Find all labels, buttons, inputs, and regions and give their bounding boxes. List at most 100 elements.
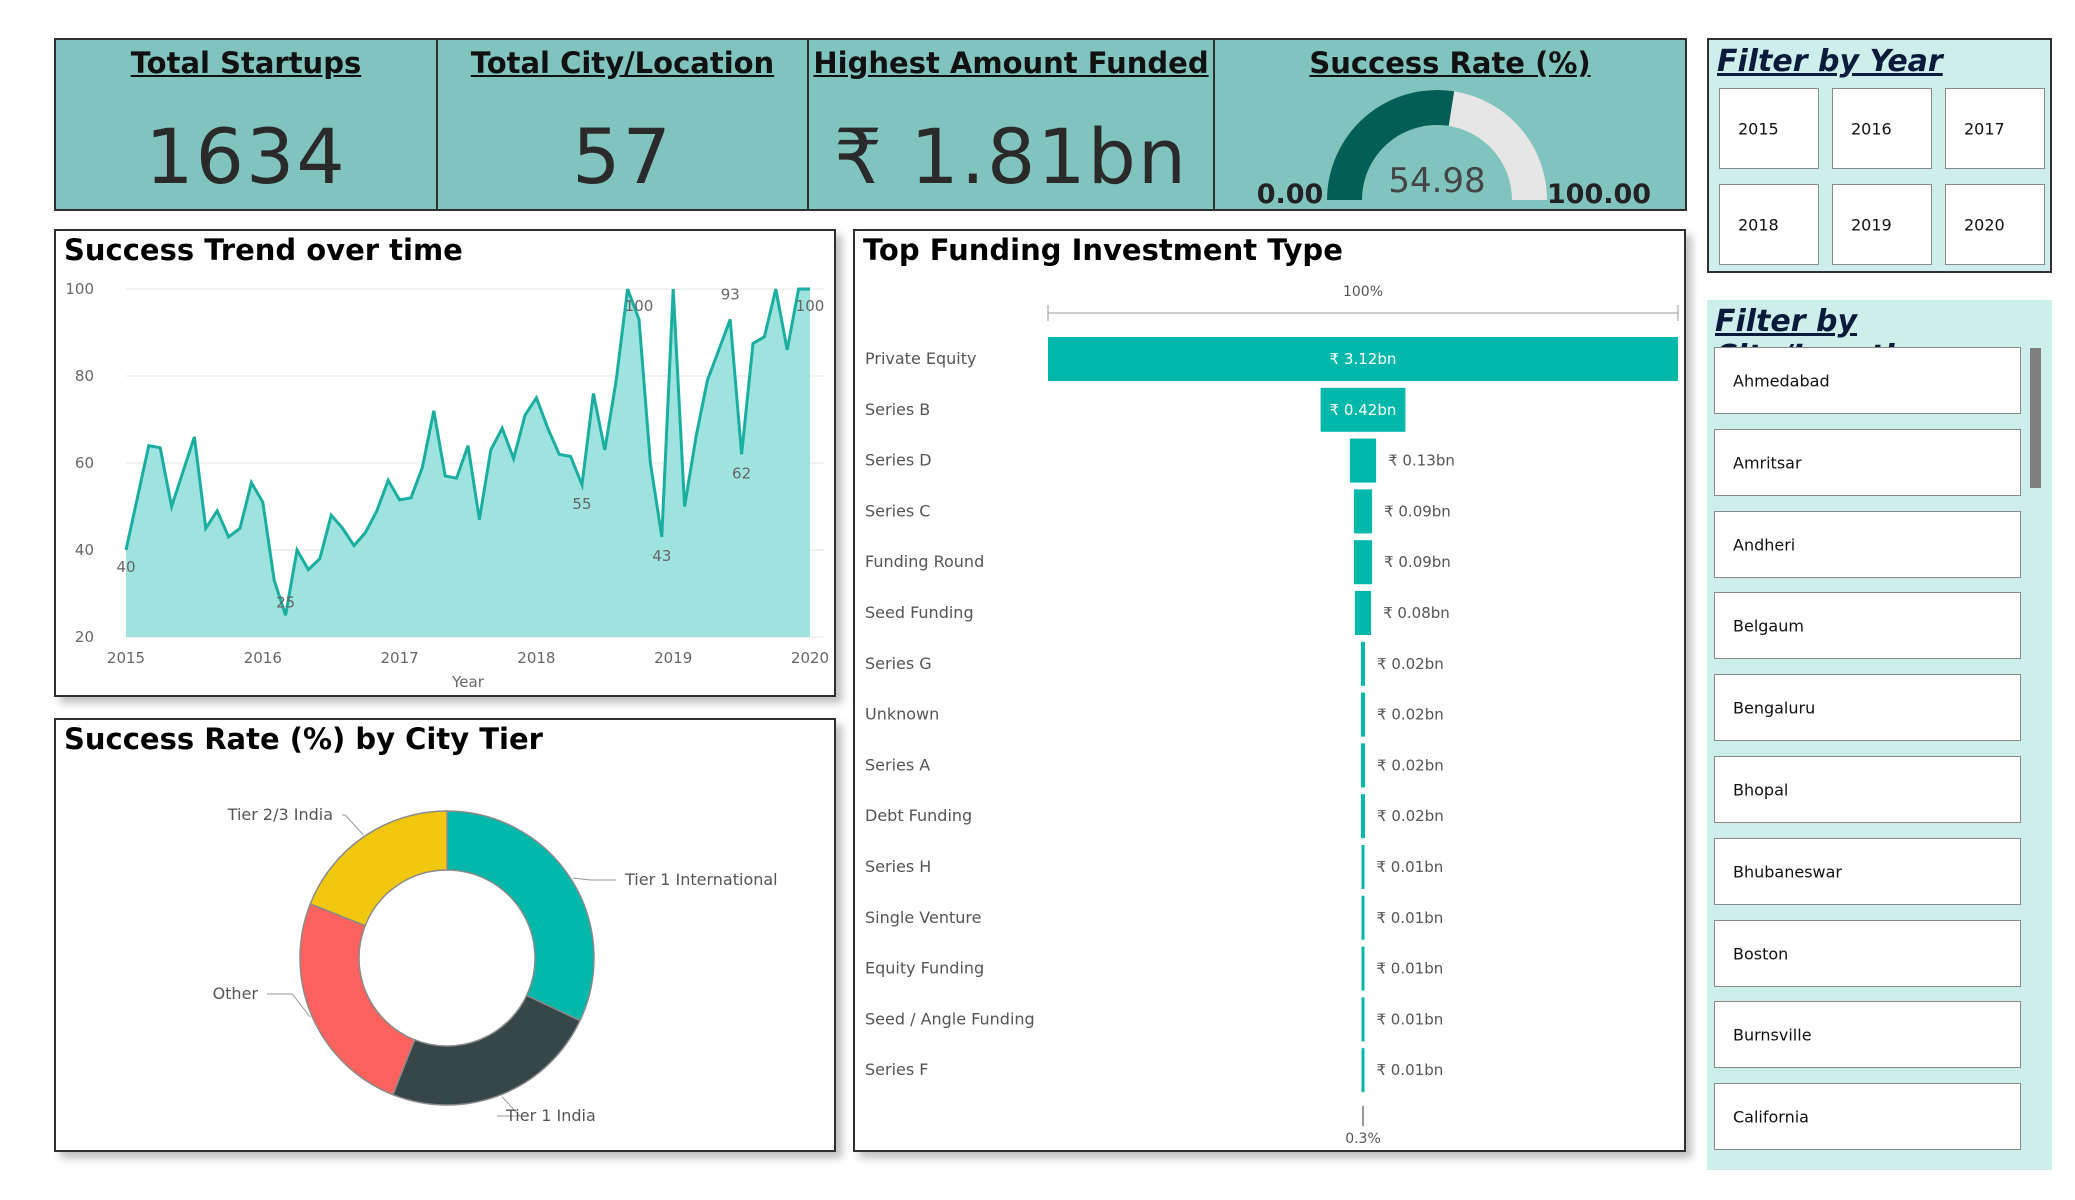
city-option-california[interactable]: California <box>1714 1083 2021 1150</box>
funnel-value-label: ₹ 0.08bn <box>1383 604 1450 622</box>
year-option-label: 2018 <box>1738 215 1779 234</box>
kpi-value: 57 <box>572 112 673 201</box>
city-option-label: Andheri <box>1733 535 1796 554</box>
funnel-bar[interactable] <box>1353 489 1373 534</box>
city-option-bhopal[interactable]: Bhopal <box>1714 756 2021 823</box>
kpi-value: ₹ 1.81bn <box>833 112 1189 201</box>
funnel-bar[interactable] <box>1360 743 1366 788</box>
donut-chart: Tier 1 International Tier 1 India Other Tie… <box>213 805 778 1125</box>
donut-slice-label: Tier 1 India <box>505 1106 596 1125</box>
city-option-belgaum[interactable]: Belgaum <box>1714 592 2021 659</box>
trend-y-tick: 40 <box>75 541 94 559</box>
city-option-burnsville[interactable]: Burnsville <box>1714 1001 2021 1068</box>
city-option-label: Ahmedabad <box>1733 371 1830 390</box>
funnel-bar[interactable] <box>1361 895 1365 940</box>
trend-chart: 20 40 60 80 100 2015 2016 2017 2018 2019 2020 40 25… <box>65 280 829 691</box>
funnel-bar[interactable] <box>1360 641 1366 686</box>
city-option-boston[interactable]: Boston <box>1714 920 2021 987</box>
funnel-value-label: ₹ 0.02bn <box>1377 756 1444 774</box>
trend-x-axis-title: Year <box>451 673 485 691</box>
gauge-value: 54.98 <box>1388 161 1485 201</box>
city-slicer: Filter by City/Location Ahmedabad Amrits… <box>1707 300 2052 1170</box>
trend-panel: Success Trend over time 20 40 60 80 100 2015 2… <box>54 229 836 697</box>
kpi-success-rate: Success Rate (%) 54.98 0.00 100.00 <box>1213 38 1687 211</box>
year-option-2018[interactable]: 2018 <box>1719 184 1819 265</box>
funnel-value-label: ₹ 0.13bn <box>1388 452 1455 470</box>
funnel-bar[interactable] <box>1353 540 1373 585</box>
kpi-value: 1634 <box>145 112 347 201</box>
funnel-bar[interactable] <box>1354 591 1372 635</box>
city-scrollbar-thumb[interactable] <box>2030 348 2041 488</box>
year-option-label: 2020 <box>1964 215 2005 234</box>
kpi-title: Total City/Location <box>470 46 775 80</box>
trend-data-label: 43 <box>652 547 671 565</box>
year-option-2019[interactable]: 2019 <box>1832 184 1932 265</box>
kpi-total-startups: Total Startups 1634 <box>54 38 438 211</box>
city-option-bhubaneswar[interactable]: Bhubaneswar <box>1714 838 2021 905</box>
city-option-label: California <box>1733 1107 1809 1126</box>
trend-x-tick: 2018 <box>517 649 555 667</box>
funnel-top-label: 100% <box>1343 284 1383 300</box>
trend-data-label: 55 <box>572 495 591 513</box>
funnel-bar[interactable] <box>1361 1048 1365 1093</box>
city-option-label: Bengaluru <box>1733 698 1816 717</box>
funnel-category-label: Debt Funding <box>865 806 972 825</box>
trend-data-label: 40 <box>116 558 135 576</box>
city-option-ahmedabad[interactable]: Ahmedabad <box>1714 347 2021 414</box>
funnel-category-label: Private Equity <box>865 349 976 368</box>
city-option-amritsar[interactable]: Amritsar <box>1714 429 2021 496</box>
year-option-label: 2015 <box>1738 119 1779 138</box>
trend-x-tick: 2019 <box>654 649 692 667</box>
city-option-andheri[interactable]: Andheri <box>1714 511 2021 578</box>
year-slicer-title: Filter by Year <box>1717 44 1943 79</box>
funnel-category-label: Series C <box>865 501 930 520</box>
city-option-label: Burnsville <box>1733 1025 1812 1044</box>
funnel-value-label: ₹ 0.02bn <box>1377 655 1444 673</box>
donut-slice[interactable] <box>299 902 416 1096</box>
trend-x-tick: 2016 <box>244 649 282 667</box>
city-option-bengaluru[interactable]: Bengaluru <box>1714 674 2021 741</box>
funnel-bar[interactable] <box>1360 692 1366 737</box>
funnel-category-label: Funding Round <box>865 552 984 571</box>
donut-slice[interactable] <box>391 994 582 1106</box>
donut-leader-line <box>572 877 616 881</box>
year-option-2017[interactable]: 2017 <box>1945 88 2045 169</box>
donut-slice[interactable] <box>446 810 595 1022</box>
funnel-bar[interactable] <box>1361 845 1365 889</box>
city-option-label: Belgaum <box>1733 616 1804 635</box>
gauge-chart: 54.98 0.00 100.00 <box>1257 90 1651 210</box>
trend-y-tick: 100 <box>65 280 94 298</box>
gauge-max: 100.00 <box>1547 179 1651 210</box>
funnel-value-label: ₹ 0.01bn <box>1377 858 1444 876</box>
city-option-label: Amritsar <box>1733 453 1802 472</box>
year-option-label: 2019 <box>1851 215 1892 234</box>
donut-leader-line <box>267 993 311 1018</box>
trend-data-label: 100 <box>796 297 825 315</box>
trend-x-tick: 2015 <box>107 649 145 667</box>
funnel-category-label: Series D <box>865 451 932 470</box>
funnel-category-label: Single Venture <box>865 908 981 927</box>
funnel-bar[interactable] <box>1361 946 1365 991</box>
trend-y-tick: 80 <box>75 367 94 385</box>
funnel-value-label: ₹ 3.12bn <box>1330 350 1397 368</box>
funnel-category-label: Series F <box>865 1060 929 1079</box>
year-option-label: 2016 <box>1851 119 1892 138</box>
funnel-bar[interactable] <box>1360 794 1366 839</box>
funnel-bottom-label: 0.3% <box>1345 1131 1381 1147</box>
donut-slice-label: Tier 2/3 India <box>227 805 333 824</box>
funnel-category-label: Series H <box>865 857 931 876</box>
donut-panel: Success Rate (%) by City Tier Tier 1 Int… <box>54 718 836 1152</box>
funnel-value-label: ₹ 0.01bn <box>1377 909 1444 927</box>
funnel-panel: Top Funding Investment Type 100% Private… <box>853 229 1686 1152</box>
donut-slice[interactable] <box>309 810 448 927</box>
kpi-highest-funded: Highest Amount Funded ₹ 1.81bn <box>807 38 1215 211</box>
trend-x-tick: 2020 <box>791 649 829 667</box>
year-option-2015[interactable]: 2015 <box>1719 88 1819 169</box>
funnel-bar[interactable] <box>1361 997 1365 1042</box>
year-option-2016[interactable]: 2016 <box>1832 88 1932 169</box>
funnel-category-label: Unknown <box>865 705 939 724</box>
funnel-bar[interactable] <box>1349 438 1377 483</box>
funnel-chart: 100% Private Equity ₹ 3.12bn Series B ₹ 0.4… <box>865 284 1679 1147</box>
year-option-2020[interactable]: 2020 <box>1945 184 2045 265</box>
donut-slice-label: Other <box>213 984 259 1003</box>
